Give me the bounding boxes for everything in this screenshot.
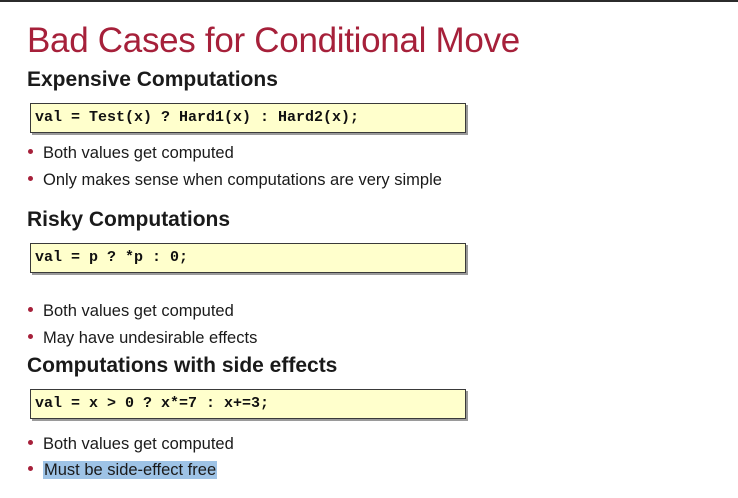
bullet-text: Both values get computed	[43, 302, 234, 320]
bullet-item: Both values get computed	[28, 302, 234, 321]
section-heading-risky: Risky Computations	[27, 208, 231, 231]
slide-title: Bad Cases for Conditional Move	[27, 21, 520, 60]
bullet-item: Both values get computed	[28, 435, 234, 454]
bullet-text: May have undesirable effects	[43, 329, 258, 347]
bullet-dot-icon	[28, 440, 33, 446]
bullet-dot-icon	[28, 466, 33, 472]
bullet-dot-icon	[28, 149, 33, 155]
bullet-text: Both values get computed	[43, 435, 234, 453]
bullet-dot-icon	[28, 176, 33, 182]
code-box-expensive: val = Test(x) ? Hard1(x) : Hard2(x);	[30, 103, 466, 133]
bullet-item: Both values get computed	[28, 144, 234, 163]
bullet-item: May have undesirable effects	[28, 329, 257, 348]
bullet-text: Both values get computed	[43, 144, 234, 162]
selected-bullet-text[interactable]: Must be side-effect free	[43, 461, 218, 479]
code-box-side-effects: val = x > 0 ? x*=7 : x+=3;	[30, 389, 466, 419]
bullet-item: Only makes sense when computations are v…	[28, 171, 442, 190]
section-heading-side-effects: Computations with side effects	[27, 354, 338, 377]
bullet-dot-icon	[28, 307, 33, 313]
bullet-text: Only makes sense when computations are v…	[43, 171, 442, 189]
top-border-line	[0, 0, 738, 2]
code-box-risky: val = p ? *p : 0;	[30, 243, 466, 273]
bullet-item-selected: Must be side-effect free	[28, 461, 218, 480]
bullet-dot-icon	[28, 334, 33, 340]
section-heading-expensive: Expensive Computations	[27, 68, 278, 91]
